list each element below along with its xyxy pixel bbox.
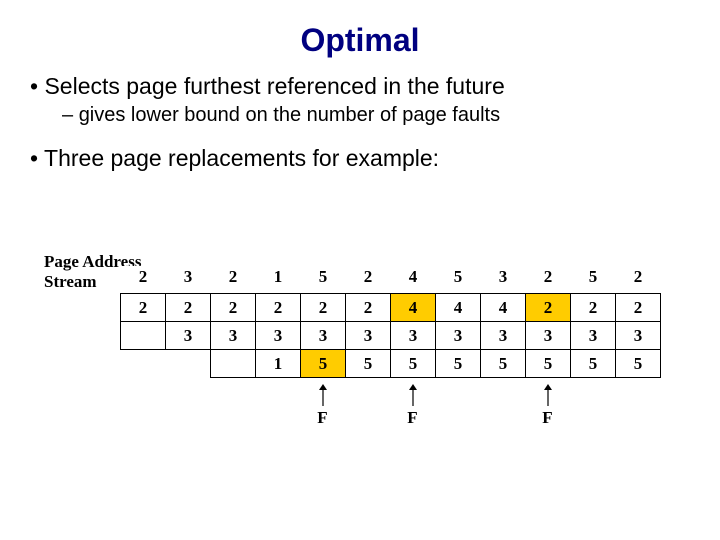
arrow-up-icon xyxy=(390,384,435,411)
frame-cell: 3 xyxy=(301,322,346,350)
frame-cell: 4 xyxy=(391,294,436,322)
frame-cell: 5 xyxy=(301,350,346,378)
slide: Optimal Selects page furthest referenced… xyxy=(0,0,720,540)
frame-cell: 5 xyxy=(391,350,436,378)
frame-cell: 2 xyxy=(571,294,616,322)
stream-cell: 2 xyxy=(346,266,391,294)
frame-cell: 5 xyxy=(571,350,616,378)
stream-cell: 3 xyxy=(166,266,211,294)
frame-cell: 3 xyxy=(256,322,301,350)
stream-cell: 4 xyxy=(391,266,436,294)
frame-cell: 2 xyxy=(301,294,346,322)
stream-cell: 5 xyxy=(436,266,481,294)
frame-cell: 3 xyxy=(391,322,436,350)
frame-cell: 2 xyxy=(256,294,301,322)
stream-cell: 2 xyxy=(616,266,661,294)
arrow-up-icon xyxy=(525,384,570,411)
stream-label-line2: Stream xyxy=(44,272,97,291)
sub-bullet-list: gives lower bound on the number of page … xyxy=(62,104,692,127)
stream-cell: 5 xyxy=(571,266,616,294)
stream-cell: 5 xyxy=(301,266,346,294)
bullet-2: Three page replacements for example: xyxy=(30,145,692,172)
stream-cell: 3 xyxy=(481,266,526,294)
frame-cell: 5 xyxy=(346,350,391,378)
stream-cell: 1 xyxy=(256,266,301,294)
bullet-1-sub: gives lower bound on the number of page … xyxy=(62,104,692,127)
frame-cell: 4 xyxy=(436,294,481,322)
frame-cell: 2 xyxy=(121,294,166,322)
stream-cell: 2 xyxy=(211,266,256,294)
bullet-list: Selects page furthest referenced in the … xyxy=(30,73,692,100)
frame-cell: 2 xyxy=(211,294,256,322)
grid-table: 2 3 2 1 5 2 4 5 3 2 5 2 2 2 2 2 2 2 4 xyxy=(120,266,661,378)
stream-row: 2 3 2 1 5 2 4 5 3 2 5 2 xyxy=(121,266,661,294)
bullet-1: Selects page furthest referenced in the … xyxy=(30,73,692,100)
frame-cell: 2 xyxy=(166,294,211,322)
fault-marker: F xyxy=(525,408,570,428)
frame-cell: 3 xyxy=(436,322,481,350)
optimal-table: 2 3 2 1 5 2 4 5 3 2 5 2 2 2 2 2 2 2 4 xyxy=(120,266,661,378)
frame-cell xyxy=(211,350,256,378)
fault-marker: F xyxy=(300,408,345,428)
frame-cell: 3 xyxy=(346,322,391,350)
frame-cell: 3 xyxy=(616,322,661,350)
frame-cell: 3 xyxy=(481,322,526,350)
frame-cell: 3 xyxy=(166,322,211,350)
frame-cell: 3 xyxy=(526,322,571,350)
frame-cell: 4 xyxy=(481,294,526,322)
arrow-up-icon xyxy=(300,384,345,411)
frame-cell: 2 xyxy=(346,294,391,322)
slide-title: Optimal xyxy=(28,22,692,59)
frame-cell: 2 xyxy=(526,294,571,322)
stream-cell: 2 xyxy=(121,266,166,294)
frame-cell-none xyxy=(121,350,166,378)
frame-cell: 5 xyxy=(481,350,526,378)
frame-row-1: 3 3 3 3 3 3 3 3 3 3 3 xyxy=(121,322,661,350)
frame-cell-none xyxy=(166,350,211,378)
frame-row-0: 2 2 2 2 2 2 4 4 4 2 2 2 xyxy=(121,294,661,322)
frame-cell: 5 xyxy=(526,350,571,378)
frame-cell xyxy=(121,322,166,350)
frame-cell: 3 xyxy=(571,322,616,350)
stream-cell: 2 xyxy=(526,266,571,294)
frame-cell: 3 xyxy=(211,322,256,350)
frame-cell: 1 xyxy=(256,350,301,378)
bullet-list-2: Three page replacements for example: xyxy=(30,145,692,172)
frame-cell: 5 xyxy=(616,350,661,378)
frame-cell: 5 xyxy=(436,350,481,378)
frame-cell: 2 xyxy=(616,294,661,322)
frame-row-2: 1 5 5 5 5 5 5 5 5 xyxy=(121,350,661,378)
fault-marker: F xyxy=(390,408,435,428)
